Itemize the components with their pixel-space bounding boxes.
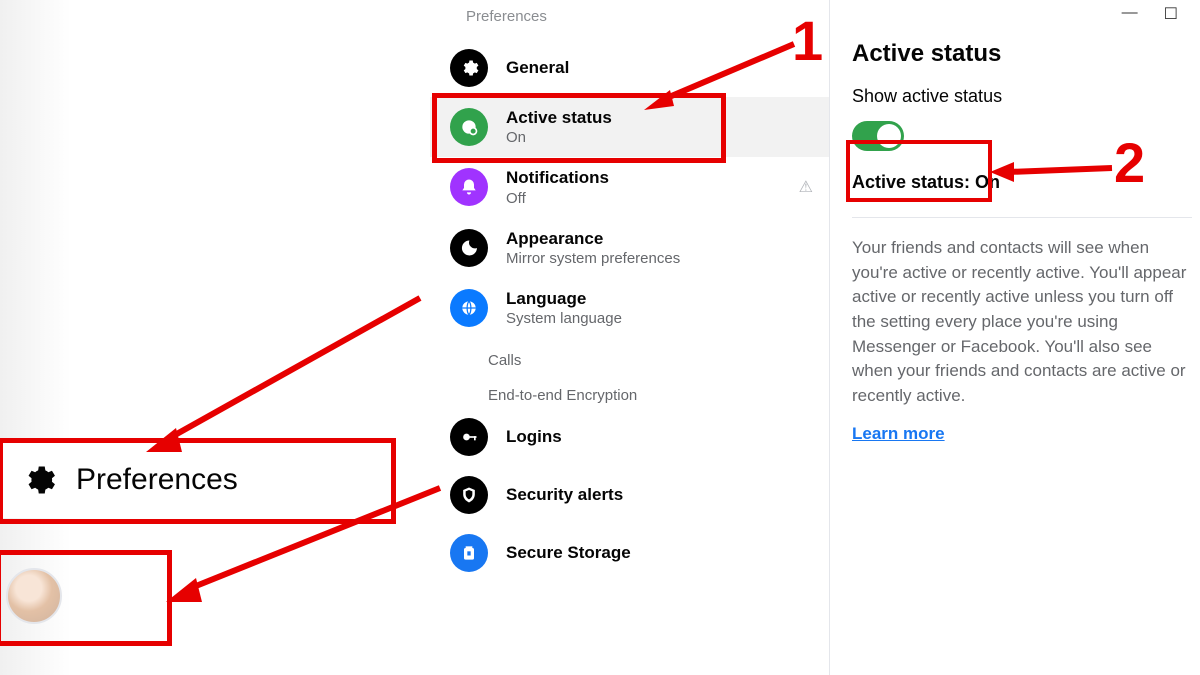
- annotation-highlight-2: [846, 140, 992, 202]
- bell-icon: [450, 168, 488, 206]
- learn-more-link[interactable]: Learn more: [852, 424, 945, 444]
- shield-icon: [450, 476, 488, 514]
- pref-label: Security alerts: [506, 484, 623, 505]
- annotation-highlight-avatar: [0, 550, 172, 646]
- preferences-list-title: Preferences: [430, 0, 829, 39]
- show-active-status-label: Show active status: [852, 86, 1192, 107]
- section-calls: Calls: [430, 338, 829, 373]
- annotation-arrow-2: [990, 150, 1120, 190]
- pref-item-notifications[interactable]: Notifications Off ⚠: [430, 157, 829, 217]
- pref-label: General: [506, 57, 569, 78]
- moon-icon: [450, 229, 488, 267]
- storage-icon: [450, 534, 488, 572]
- detail-pane: Active status Show active status Active …: [852, 40, 1192, 444]
- section-e2ee: End-to-end Encryption: [430, 373, 829, 408]
- annotation-arrow-avatar: [160, 480, 450, 620]
- pref-item-security[interactable]: Security alerts: [430, 466, 829, 524]
- pref-item-storage[interactable]: Secure Storage: [430, 524, 829, 582]
- pref-sub: System language: [506, 310, 622, 328]
- pref-sub: Mirror system preferences: [506, 250, 680, 268]
- key-icon: [450, 418, 488, 456]
- divider: [852, 217, 1192, 218]
- pref-label: Appearance: [506, 228, 680, 249]
- pref-label: Language: [506, 288, 622, 309]
- pref-label: Notifications: [506, 167, 609, 188]
- detail-title: Active status: [852, 40, 1192, 68]
- pref-item-logins[interactable]: Logins: [430, 408, 829, 466]
- pref-item-language[interactable]: Language System language: [430, 278, 829, 338]
- window-icons: — ☐: [1122, 4, 1178, 24]
- pref-label: Logins: [506, 426, 562, 447]
- annotation-arrow-1: [644, 38, 804, 118]
- pref-sub: Off: [506, 190, 609, 208]
- warning-icon: ⚠: [799, 177, 813, 197]
- annotation-arrow-prefs: [140, 290, 430, 470]
- pref-label: Secure Storage: [506, 542, 631, 563]
- globe-icon: [450, 289, 488, 327]
- active-status-description: Your friends and contacts will see when …: [852, 236, 1192, 408]
- gear-icon: [450, 49, 488, 87]
- pref-item-appearance[interactable]: Appearance Mirror system preferences: [430, 218, 829, 278]
- minimize-icon[interactable]: —: [1122, 4, 1138, 24]
- maximize-icon[interactable]: ☐: [1164, 4, 1178, 24]
